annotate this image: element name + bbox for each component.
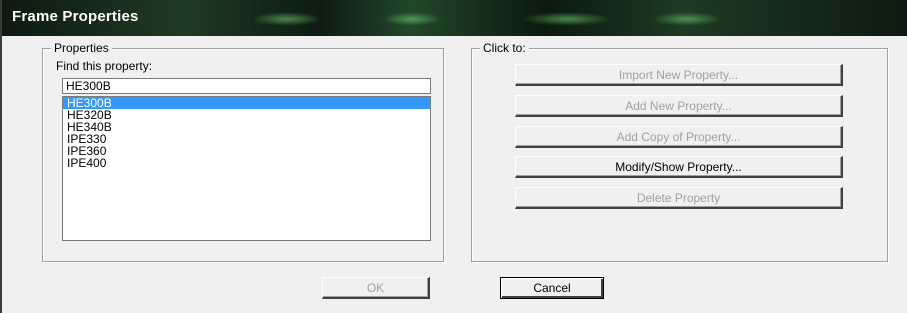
properties-group: Properties Find this property: HE300B HE… [42,41,444,262]
properties-group-label: Properties [51,41,112,55]
frame-properties-dialog: Frame Properties Properties Find this pr… [0,0,907,313]
property-list-item[interactable]: IPE330 [63,133,430,145]
dialog-body: Properties Find this property: HE300B HE… [12,36,900,313]
add-copy-of-property-button[interactable]: Add Copy of Property... [515,126,843,148]
window-title: Frame Properties [12,8,139,25]
cancel-button[interactable]: Cancel [500,277,604,299]
property-list-item[interactable]: IPE360 [63,145,430,157]
find-property-input[interactable]: HE300B [62,78,431,94]
delete-property-button[interactable]: Delete Property [515,187,843,209]
property-list-item[interactable]: HE300B [63,97,430,109]
property-list-item[interactable]: HE320B [63,109,430,121]
property-list-item[interactable]: HE340B [63,121,430,133]
property-list-item[interactable]: IPE400 [63,157,430,169]
import-new-property-button[interactable]: Import New Property... [515,64,843,86]
find-property-label: Find this property: [56,59,153,73]
ok-button[interactable]: OK [322,277,430,299]
add-new-property-button[interactable]: Add New Property... [515,95,843,117]
click-to-group: Click to: Import New Property... Add New… [471,41,888,262]
property-list[interactable]: HE300B HE320B HE340B IPE330 IPE360 IPE400 [62,96,431,241]
title-bar[interactable]: Frame Properties [2,0,907,36]
modify-show-property-button[interactable]: Modify/Show Property... [515,156,843,178]
click-to-group-label: Click to: [480,41,529,55]
